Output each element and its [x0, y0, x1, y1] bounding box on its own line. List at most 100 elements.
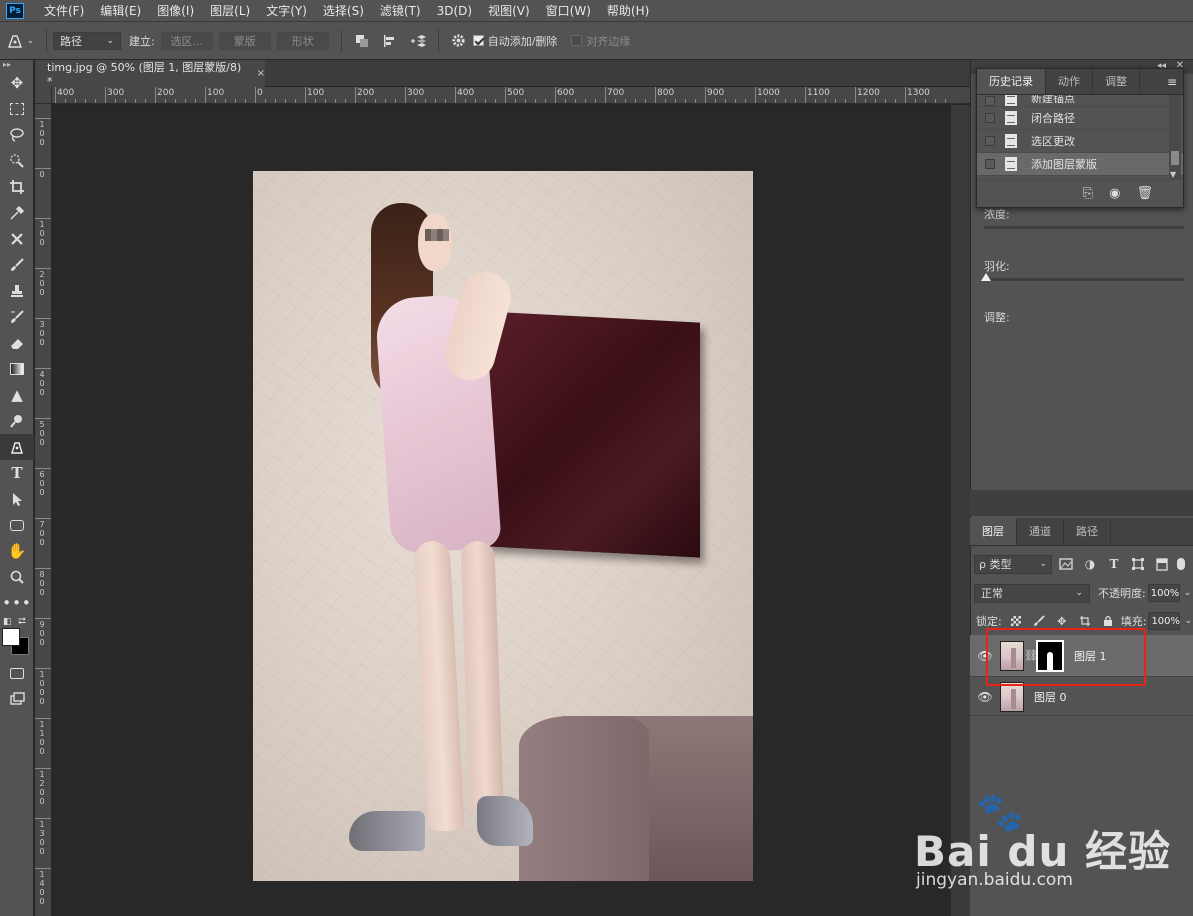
path-select-tool[interactable] [0, 486, 34, 512]
blend-mode-select[interactable]: 正常 ⌄ [974, 583, 1090, 603]
layer-filter-select[interactable]: ρ 类型 ⌄ [974, 554, 1052, 574]
ruler-vertical[interactable]: 100 0 100 200 300 400 500 600 700 800 900 1000 1100 1… [35, 104, 52, 916]
panel-menu-icon[interactable]: ≡ [1167, 75, 1177, 89]
menu-help[interactable]: 帮助(H) [599, 0, 657, 22]
menu-edit[interactable]: 编辑(E) [92, 0, 149, 22]
feather-slider-thumb[interactable] [981, 273, 991, 281]
dodge-tool[interactable] [0, 408, 34, 434]
tab-actions[interactable]: 动作 [1046, 69, 1093, 94]
chevron-down-icon[interactable]: ▼ [1170, 170, 1176, 179]
history-item[interactable]: 闭合路径 [977, 107, 1183, 130]
eyedropper-tool[interactable] [0, 200, 34, 226]
eye-icon[interactable]: 👁 [970, 690, 1000, 704]
tab-channels[interactable]: 通道 [1017, 518, 1064, 545]
ruler-minor-tick [465, 99, 466, 103]
opacity-input[interactable]: 100% [1147, 584, 1180, 602]
document-tab[interactable]: timg.jpg @ 50% (图层 1, 图层蒙版/8) * × [35, 60, 265, 88]
camera-icon[interactable]: ◉ [1109, 186, 1120, 201]
history-brush-tool[interactable] [0, 304, 34, 330]
menu-3d[interactable]: 3D(D) [429, 0, 480, 22]
collapse-arrows-icon[interactable]: ▸▸ [0, 60, 33, 70]
more-tools[interactable]: ••• [0, 590, 34, 616]
screen-mode-button[interactable] [0, 686, 34, 712]
history-snapshot-checkbox[interactable] [985, 113, 995, 123]
history-item[interactable]: 添加图层蒙版 [977, 153, 1183, 176]
make-mask-button[interactable]: 蒙版 [218, 31, 271, 50]
feather-slider[interactable] [981, 273, 1184, 281]
menu-type[interactable]: 文字(Y) [258, 0, 315, 22]
gear-icon[interactable] [447, 29, 471, 53]
path-alignment-icon[interactable] [378, 29, 402, 53]
chevron-down-icon[interactable]: ⌄ [1184, 616, 1192, 626]
history-item[interactable]: 新建锚点 [977, 95, 1183, 107]
history-scrollbar[interactable]: ▼ [1169, 95, 1181, 179]
close-icon[interactable]: × [257, 68, 265, 79]
auto-add-delete-checkbox[interactable] [472, 35, 484, 46]
menu-image[interactable]: 图像(I) [149, 0, 202, 22]
history-snapshot-checkbox[interactable] [985, 159, 995, 169]
history-snapshot-checkbox[interactable] [985, 136, 995, 146]
tab-adjustments[interactable]: 调整 [1093, 69, 1140, 94]
menu-filter[interactable]: 滤镜(T) [372, 0, 429, 22]
history-snapshot-checkbox[interactable] [985, 96, 995, 106]
make-selection-button[interactable]: 选区... [160, 31, 213, 50]
ruler-tick-label: 100 [307, 88, 325, 98]
filter-type-layer-icon[interactable]: T [1104, 554, 1124, 574]
ruler-tick-label: 600 [39, 470, 45, 497]
density-slider[interactable] [984, 226, 1184, 229]
quick-select-tool[interactable] [0, 148, 34, 174]
ruler-minor-tick [785, 99, 786, 103]
path-operations-icon[interactable] [350, 29, 374, 53]
menu-select[interactable]: 选择(S) [315, 0, 372, 22]
stamp-tool[interactable] [0, 278, 34, 304]
ruler-minor-tick [115, 99, 116, 103]
path-arrangement-icon[interactable] [406, 29, 430, 53]
swap-colors-icon[interactable]: ⮂ [18, 616, 26, 627]
ruler-horizontal[interactable]: 400 300 200 100 0 100 200 300 400 500 600 700 800 900… [52, 87, 970, 104]
tab-paths[interactable]: 路径 [1064, 518, 1111, 545]
ruler-origin[interactable] [35, 87, 52, 104]
rectangle-tool[interactable] [0, 512, 34, 538]
filter-adjustment-layer-icon[interactable]: ◑ [1080, 554, 1100, 574]
default-colors-icon[interactable]: ◧ [3, 617, 12, 627]
chevron-down-icon[interactable]: ⌄ [1184, 588, 1192, 598]
filter-pixel-layer-icon[interactable] [1056, 554, 1076, 574]
healing-brush-tool[interactable] [0, 226, 34, 252]
document-image[interactable] [253, 171, 753, 881]
layer-thumbnail[interactable] [1000, 681, 1024, 712]
fill-input[interactable]: 100% [1148, 612, 1181, 630]
eraser-tool[interactable] [0, 330, 34, 356]
marquee-tool[interactable] [0, 96, 34, 122]
type-tool[interactable]: T [0, 460, 34, 486]
move-tool[interactable]: ✥ [0, 70, 34, 96]
lasso-tool[interactable] [0, 122, 34, 148]
trash-icon[interactable]: 🗑 [1136, 186, 1153, 201]
new-document-from-state-icon[interactable]: ⎘ [1083, 186, 1093, 201]
layer-name[interactable]: 图层 0 [1034, 689, 1067, 705]
blur-tool[interactable]: ▲ [0, 382, 34, 408]
tab-layers[interactable]: 图层 [970, 518, 1017, 545]
menu-layer[interactable]: 图层(L) [202, 0, 258, 22]
gradient-tool[interactable] [0, 356, 34, 382]
history-item[interactable]: 选区更改 [977, 130, 1183, 153]
foreground-color-swatch[interactable] [2, 628, 20, 646]
quick-mask-button[interactable] [0, 660, 34, 686]
zoom-tool[interactable] [0, 564, 34, 590]
filter-smart-object-icon[interactable] [1152, 554, 1172, 574]
hand-tool[interactable]: ✋ [0, 538, 34, 564]
crop-tool[interactable] [0, 174, 34, 200]
history-item-label: 选区更改 [1031, 135, 1075, 148]
pen-tool[interactable] [0, 434, 34, 460]
mode-select[interactable]: 路径 ⌄ [53, 31, 121, 50]
menu-file[interactable]: 文件(F) [36, 0, 92, 22]
menu-window[interactable]: 窗口(W) [538, 0, 599, 22]
filter-toggle-icon[interactable] [1176, 554, 1186, 574]
make-shape-button[interactable]: 形状 [276, 31, 329, 50]
filter-shape-layer-icon[interactable] [1128, 554, 1148, 574]
tab-history[interactable]: 历史记录 [977, 69, 1046, 94]
history-scrollbar-thumb[interactable] [1171, 151, 1179, 165]
brush-tool[interactable] [0, 252, 34, 278]
menu-view[interactable]: 视图(V) [480, 0, 538, 22]
align-edges-checkbox[interactable] [571, 35, 583, 46]
tool-preset-picker[interactable]: ⌄ [0, 26, 40, 56]
